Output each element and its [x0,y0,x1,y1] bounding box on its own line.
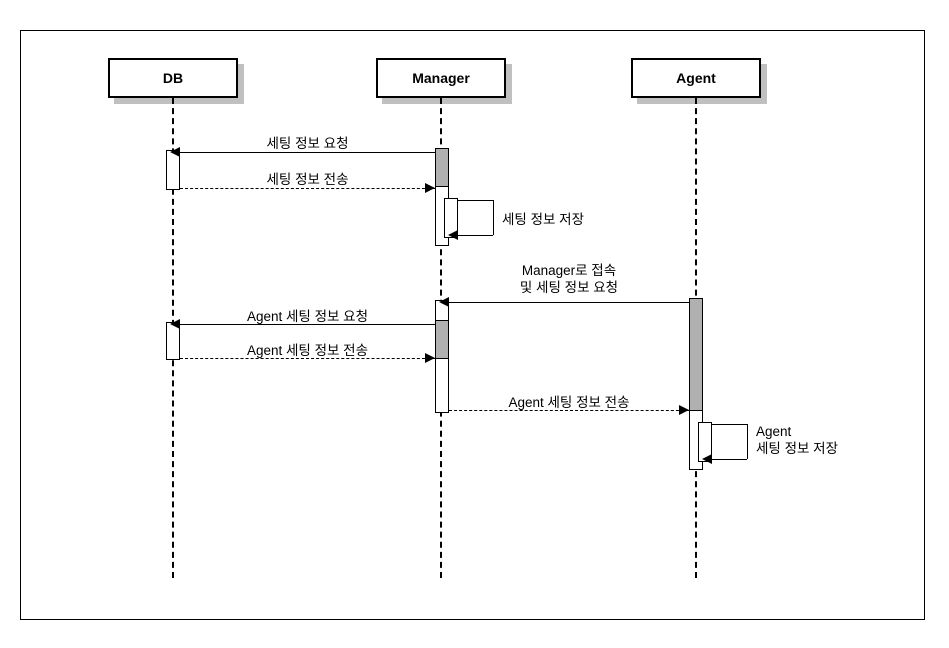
label-m8: Agent 세팅 정보 저장 [756,424,838,458]
label-m8-line2: 세팅 정보 저장 [756,441,838,456]
label-m3: 세팅 정보 저장 [502,208,584,228]
label-m7: Agent 세팅 정보 전송 [449,391,689,411]
label-m5: Agent 세팅 정보 요청 [180,305,435,325]
arrow-m1 [180,152,435,153]
lifeline-agent: Agent [631,58,761,98]
activation-manager-2c [435,358,449,413]
arrow-m2 [180,188,435,189]
lifeline-db: DB [108,58,238,98]
lifeline-manager-label: Manager [412,70,470,86]
activation-manager-2b [435,320,449,360]
lifeline-agent-label: Agent [676,70,716,86]
sequence-diagram: DB Manager Agent 세팅 정보 요청 세팅 정보 전송 [0,0,949,648]
arrow-m4 [449,302,689,303]
label-m4-line2: 및 세팅 정보 요청 [520,280,618,295]
arrowhead-m1 [170,147,180,157]
label-m4-line1: Manager로 접속 [522,263,616,278]
lifeline-manager: Manager [376,58,506,98]
diagram-frame [20,30,925,620]
label-m8-line1: Agent [756,424,791,439]
label-m4: Manager로 접속 및 세팅 정보 요청 [449,263,689,297]
arrowhead-m5 [170,319,180,329]
lifeline-db-label: DB [163,70,183,86]
label-m1: 세팅 정보 요청 [180,132,435,152]
label-m6: Agent 세팅 정보 전송 [180,339,435,359]
activation-manager-1a [435,148,449,188]
activation-agent-1 [689,298,703,413]
arrowhead-m4 [439,297,449,307]
label-m2: 세팅 정보 전송 [180,168,435,188]
